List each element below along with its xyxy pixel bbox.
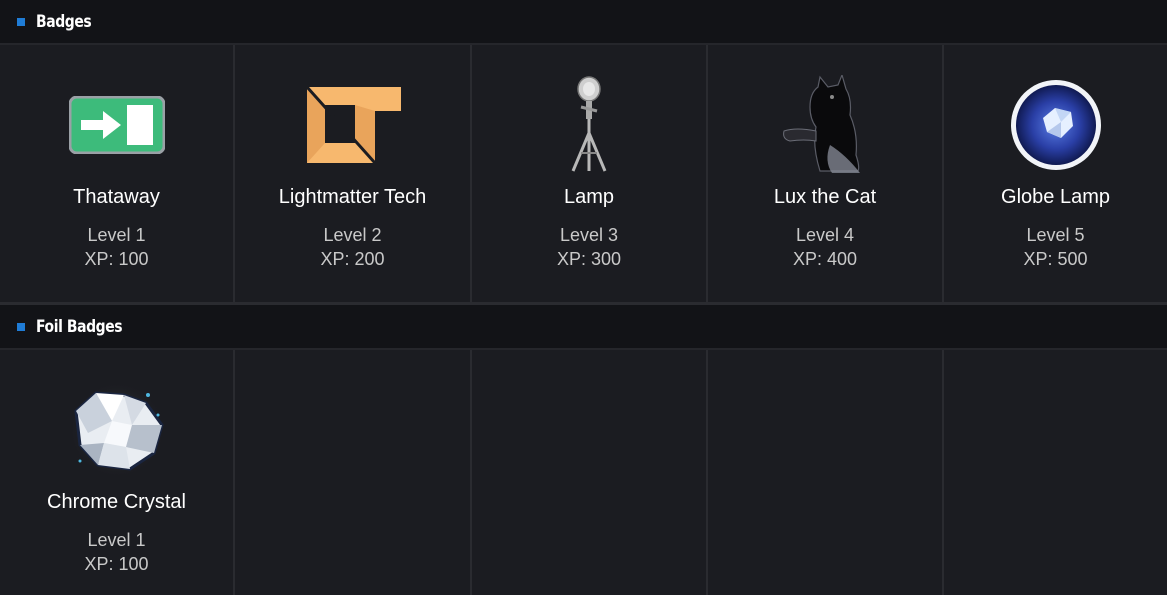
badge-card-thataway[interactable]: Thataway Level 1 XP: 100 (0, 45, 235, 302)
badge-card-lux-the-cat[interactable]: Lux the Cat Level 4 XP: 400 (708, 45, 944, 302)
badge-xp: XP: 300 (556, 249, 622, 269)
badge-card-lamp[interactable]: Lamp Level 3 XP: 300 (472, 45, 708, 302)
empty-badge-slot (235, 350, 472, 595)
section-marker (17, 322, 25, 331)
badges-grid: Thataway Level 1 XP: 100 Lightmatter Tec… (0, 45, 1167, 302)
section-title: Badges (36, 11, 92, 32)
badges-section-header: Badges (0, 0, 1167, 45)
badge-xp: XP: 400 (792, 249, 858, 269)
badge-card-globe-lamp[interactable]: Globe Lamp Level 5 XP: 500 (944, 45, 1167, 302)
section-marker (17, 17, 25, 26)
badge-name: Thataway (73, 186, 160, 208)
lightmatter-logo-icon (303, 75, 403, 175)
badge-name: Globe Lamp (1001, 186, 1110, 208)
badge-xp: XP: 200 (320, 249, 385, 269)
badge-name: Lux the Cat (773, 186, 877, 208)
badge-xp: XP: 500 (1023, 249, 1088, 269)
exit-sign-icon (67, 75, 167, 175)
badge-level: Level 5 (1026, 225, 1085, 245)
foil-badges-grid: Chrome Crystal Level 1 XP: 100 (0, 350, 1167, 595)
badge-xp: XP: 100 (84, 554, 149, 574)
badge-name: Chrome Crystal (47, 491, 186, 513)
badge-card-chrome-crystal[interactable]: Chrome Crystal Level 1 XP: 100 (0, 350, 235, 595)
badge-xp: XP: 100 (84, 249, 149, 269)
cat-icon (775, 75, 875, 175)
badge-name: Lightmatter Tech (278, 186, 427, 208)
badge-level: Level 4 (795, 225, 855, 245)
globe-lamp-icon (1006, 75, 1106, 175)
chrome-crystal-icon (67, 380, 167, 480)
badge-name: Lamp (563, 186, 615, 208)
foil-badges-section-header: Foil Badges (0, 305, 1167, 350)
badge-level: Level 1 (87, 530, 146, 550)
empty-badge-slot (708, 350, 944, 595)
tripod-lamp-icon (539, 75, 639, 175)
badge-level: Level 1 (87, 225, 146, 245)
badge-card-lightmatter-tech[interactable]: Lightmatter Tech Level 2 XP: 200 (235, 45, 472, 302)
empty-badge-slot (944, 350, 1167, 595)
badge-level: Level 3 (559, 225, 619, 245)
section-title: Foil Badges (36, 316, 123, 337)
empty-badge-slot (472, 350, 708, 595)
badge-level: Level 2 (323, 225, 382, 245)
